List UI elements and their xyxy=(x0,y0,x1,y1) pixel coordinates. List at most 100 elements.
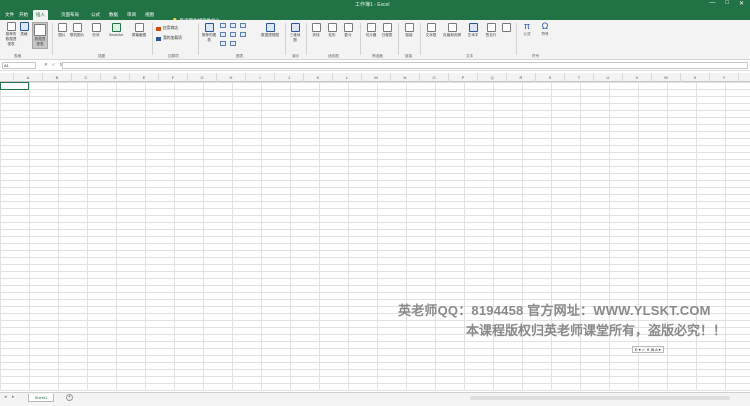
watermark-line-1: 英老师QQ：8194458 官方网址：WWW.YLSKT.COM xyxy=(398,303,711,318)
tab-formulas[interactable]: 公式 xyxy=(88,10,103,20)
enter-icon[interactable]: ✓ xyxy=(52,62,56,68)
column-header[interactable]: M xyxy=(362,73,391,82)
signature-label: 签名行 xyxy=(485,33,497,37)
column-header[interactable]: C xyxy=(72,73,101,82)
column-header[interactable]: Q xyxy=(478,73,507,82)
worksheet-grid[interactable] xyxy=(0,82,750,391)
area-chart-icon[interactable] xyxy=(230,32,236,37)
table-button[interactable]: 表格 xyxy=(16,22,32,37)
column-header[interactable]: J xyxy=(275,73,304,82)
column-header[interactable]: W xyxy=(652,73,681,82)
tab-review[interactable]: 审阅 xyxy=(124,10,139,20)
horizontal-scrollbar[interactable] xyxy=(470,396,730,400)
timeline-label: 日程表 xyxy=(381,33,393,37)
object-button[interactable] xyxy=(500,23,512,33)
column-header[interactable]: X xyxy=(681,73,710,82)
column-header[interactable]: B xyxy=(43,73,72,82)
column-header[interactable]: D xyxy=(101,73,130,82)
combo-chart-icon[interactable] xyxy=(230,41,236,46)
recommended-charts-button[interactable]: 推荐的图表 xyxy=(201,23,217,43)
column-header[interactable]: F xyxy=(159,73,188,82)
textbox-button[interactable]: 文本框 xyxy=(424,23,438,38)
smartart-button[interactable]: SmartArt xyxy=(106,23,126,37)
column-header[interactable]: R xyxy=(507,73,536,82)
recommended-charts-label: 推荐的图表 xyxy=(201,33,217,42)
header-footer-button[interactable]: 页眉和页脚 xyxy=(442,23,462,38)
column-header[interactable]: U xyxy=(594,73,623,82)
equation-label: 公式 xyxy=(523,32,531,36)
sparkline-column-button[interactable]: 柱形 xyxy=(326,23,338,38)
scatter-chart-icon[interactable] xyxy=(240,32,246,37)
column-header[interactable]: G xyxy=(188,73,217,82)
scroll-left-icon[interactable]: ◂ xyxy=(4,394,7,400)
signature-line-button[interactable]: 签名行 xyxy=(484,23,498,38)
column-header[interactable]: O xyxy=(420,73,449,82)
column-header[interactable]: Y xyxy=(710,73,739,82)
column-header[interactable]: H xyxy=(217,73,246,82)
window-controls: — □ ✕ xyxy=(709,0,744,7)
column-header[interactable]: K xyxy=(304,73,333,82)
sparkline-winloss-button[interactable]: 盈亏 xyxy=(342,23,354,38)
header-footer-icon xyxy=(447,23,457,32)
slicer-button[interactable]: 切片器 xyxy=(364,23,378,38)
3d-map-button[interactable]: 三维地图 xyxy=(288,23,302,43)
add-sheet-button[interactable]: + xyxy=(66,394,73,401)
sparkline-line-button[interactable]: 折线 xyxy=(310,23,322,38)
maximize-button[interactable]: □ xyxy=(725,0,729,7)
tab-data[interactable]: 数据 xyxy=(106,10,121,20)
column-header[interactable]: Z xyxy=(739,73,750,82)
column-header[interactable]: A xyxy=(14,73,43,82)
wordart-button[interactable]: 艺术字 xyxy=(466,23,480,38)
sparkline-column-label: 柱形 xyxy=(328,33,336,37)
formula-input[interactable] xyxy=(62,62,748,69)
pivottable-button[interactable]: 数据透视表 xyxy=(32,22,48,49)
slicer-label: 切片器 xyxy=(365,33,377,37)
pie-chart-icon[interactable] xyxy=(240,23,246,28)
column-header[interactable]: T xyxy=(565,73,594,82)
column-header[interactable]: P xyxy=(449,73,478,82)
sheet-tab[interactable]: Sheet1 xyxy=(28,394,54,402)
group-separator xyxy=(285,23,286,55)
close-button[interactable]: ✕ xyxy=(739,0,744,7)
tab-file[interactable]: 文件 xyxy=(2,10,17,20)
select-all-corner[interactable] xyxy=(0,73,14,82)
wordart-label: 艺术字 xyxy=(467,33,479,37)
online-pictures-button[interactable]: 联机图片 xyxy=(69,23,85,38)
tab-insert[interactable]: 插入 xyxy=(33,10,48,20)
group-label-tables: 表格 xyxy=(14,54,22,58)
active-cell[interactable] xyxy=(0,82,29,90)
column-header[interactable]: N xyxy=(391,73,420,82)
timeline-icon xyxy=(382,23,392,32)
column-chart-icon[interactable] xyxy=(220,23,226,28)
bar-chart-icon[interactable] xyxy=(220,32,226,37)
formula-bar: A1 ✕ ✓ fx xyxy=(0,61,750,71)
scroll-right-icon[interactable]: ▸ xyxy=(12,394,15,400)
column-header[interactable]: E xyxy=(130,73,159,82)
name-box[interactable]: A1 xyxy=(2,62,36,69)
cancel-icon[interactable]: ✕ xyxy=(44,62,48,68)
column-header[interactable]: I xyxy=(246,73,275,82)
screenshot-button[interactable]: 屏幕截图 xyxy=(128,23,150,38)
column-header[interactable]: S xyxy=(536,73,565,82)
line-chart-icon[interactable] xyxy=(230,23,236,28)
column-header[interactable]: V xyxy=(623,73,652,82)
tab-view[interactable]: 视图 xyxy=(142,10,157,20)
map-chart-icon[interactable] xyxy=(220,41,226,46)
my-addins-button[interactable]: 我的加载项 xyxy=(156,36,182,41)
equation-button[interactable]: π 公式 xyxy=(520,22,534,37)
pictures-button[interactable]: 图片 xyxy=(56,23,68,38)
shapes-button[interactable]: 形状 xyxy=(90,23,102,38)
pivotchart-button[interactable]: 数据透视图 xyxy=(258,23,282,38)
shapes-icon xyxy=(91,23,101,32)
tab-page-layout[interactable]: 页面布局 xyxy=(58,10,82,20)
mini-toolbar[interactable]: E ▾ ✓ ✕ ⊞ A ▾ xyxy=(632,346,664,353)
timeline-button[interactable]: 日程表 xyxy=(380,23,394,38)
column-header[interactable]: L xyxy=(333,73,362,82)
group-label-illustrations: 插图 xyxy=(98,54,106,58)
tab-home[interactable]: 开始 xyxy=(16,10,31,20)
store-button[interactable]: 应用商店 xyxy=(156,26,178,31)
shapes-label: 形状 xyxy=(92,33,100,37)
link-button[interactable]: 链接 xyxy=(402,23,416,38)
minimize-button[interactable]: — xyxy=(709,0,715,7)
symbol-button[interactable]: Ω 符号 xyxy=(538,22,552,37)
